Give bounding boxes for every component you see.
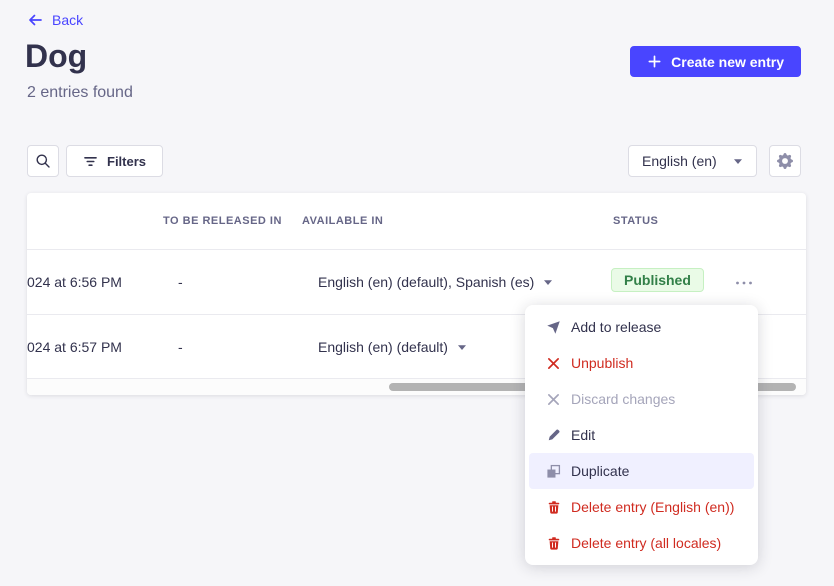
menu-item-label: Delete entry (all locales): [571, 535, 721, 551]
trash-icon: [546, 536, 561, 551]
available-in-value: English (en) (default), Spanish (es): [318, 274, 534, 290]
more-actions-icon: [735, 280, 753, 286]
menu-item-add-to-release[interactable]: Add to release: [529, 309, 754, 345]
menu-item-label: Unpublish: [571, 355, 633, 371]
menu-item-discard-changes[interactable]: Discard changes: [529, 381, 754, 417]
back-link[interactable]: Back: [27, 12, 83, 28]
search-button[interactable]: [27, 145, 59, 177]
table-header-row: TO BE RELEASED IN AVAILABLE IN STATUS: [27, 193, 806, 250]
cell-to-be-released-in: -: [178, 274, 183, 290]
cell-available-in[interactable]: English (en) (default): [318, 339, 467, 355]
column-header-available-in: AVAILABLE IN: [302, 215, 383, 227]
chevron-down-icon: [543, 279, 553, 286]
chevron-down-icon: [457, 344, 467, 351]
available-in-value: English (en) (default): [318, 339, 448, 355]
status-badge: Published: [611, 268, 704, 292]
menu-item-label: Delete entry (English (en)): [571, 499, 734, 515]
plus-icon: [647, 54, 662, 69]
column-header-to-be-released-in: TO BE RELEASED IN: [163, 215, 282, 227]
cell-to-be-released-in: -: [178, 339, 183, 355]
settings-button[interactable]: [769, 145, 801, 177]
page-title: Dog: [25, 38, 87, 75]
row-actions-menu: Add to release Unpublish Discard changes…: [525, 305, 758, 565]
pencil-icon: [546, 428, 561, 443]
chevron-down-icon: [733, 158, 743, 165]
back-arrow-icon: [27, 12, 43, 28]
cell-date: 024 at 6:56 PM: [27, 274, 122, 290]
gear-icon: [777, 153, 793, 169]
menu-item-duplicate[interactable]: Duplicate: [529, 453, 754, 489]
menu-item-label: Discard changes: [571, 391, 675, 407]
menu-item-unpublish[interactable]: Unpublish: [529, 345, 754, 381]
menu-item-label: Edit: [571, 427, 595, 443]
entries-count: 2 entries found: [27, 84, 133, 102]
filters-label: Filters: [107, 154, 146, 169]
create-new-entry-button[interactable]: Create new entry: [630, 46, 801, 77]
filters-button[interactable]: Filters: [66, 145, 163, 177]
send-icon: [546, 320, 561, 335]
column-header-status: STATUS: [613, 215, 658, 227]
locale-selected-value: English (en): [642, 153, 717, 169]
row-actions-button[interactable]: [729, 271, 759, 295]
duplicate-icon: [546, 464, 561, 479]
cell-available-in[interactable]: English (en) (default), Spanish (es): [318, 274, 553, 290]
cell-date: 024 at 6:57 PM: [27, 339, 122, 355]
filter-icon: [83, 155, 98, 168]
search-icon: [35, 153, 51, 169]
create-new-entry-label: Create new entry: [671, 54, 784, 70]
menu-item-delete-entry-all-locales[interactable]: Delete entry (all locales): [529, 525, 754, 561]
menu-item-edit[interactable]: Edit: [529, 417, 754, 453]
locale-select[interactable]: English (en): [628, 145, 757, 177]
menu-item-label: Add to release: [571, 319, 661, 335]
menu-item-label: Duplicate: [571, 463, 629, 479]
cross-icon: [546, 356, 561, 371]
back-label: Back: [52, 12, 83, 28]
cross-icon: [546, 392, 561, 407]
menu-item-delete-entry-locale[interactable]: Delete entry (English (en)): [529, 489, 754, 525]
trash-icon: [546, 500, 561, 515]
